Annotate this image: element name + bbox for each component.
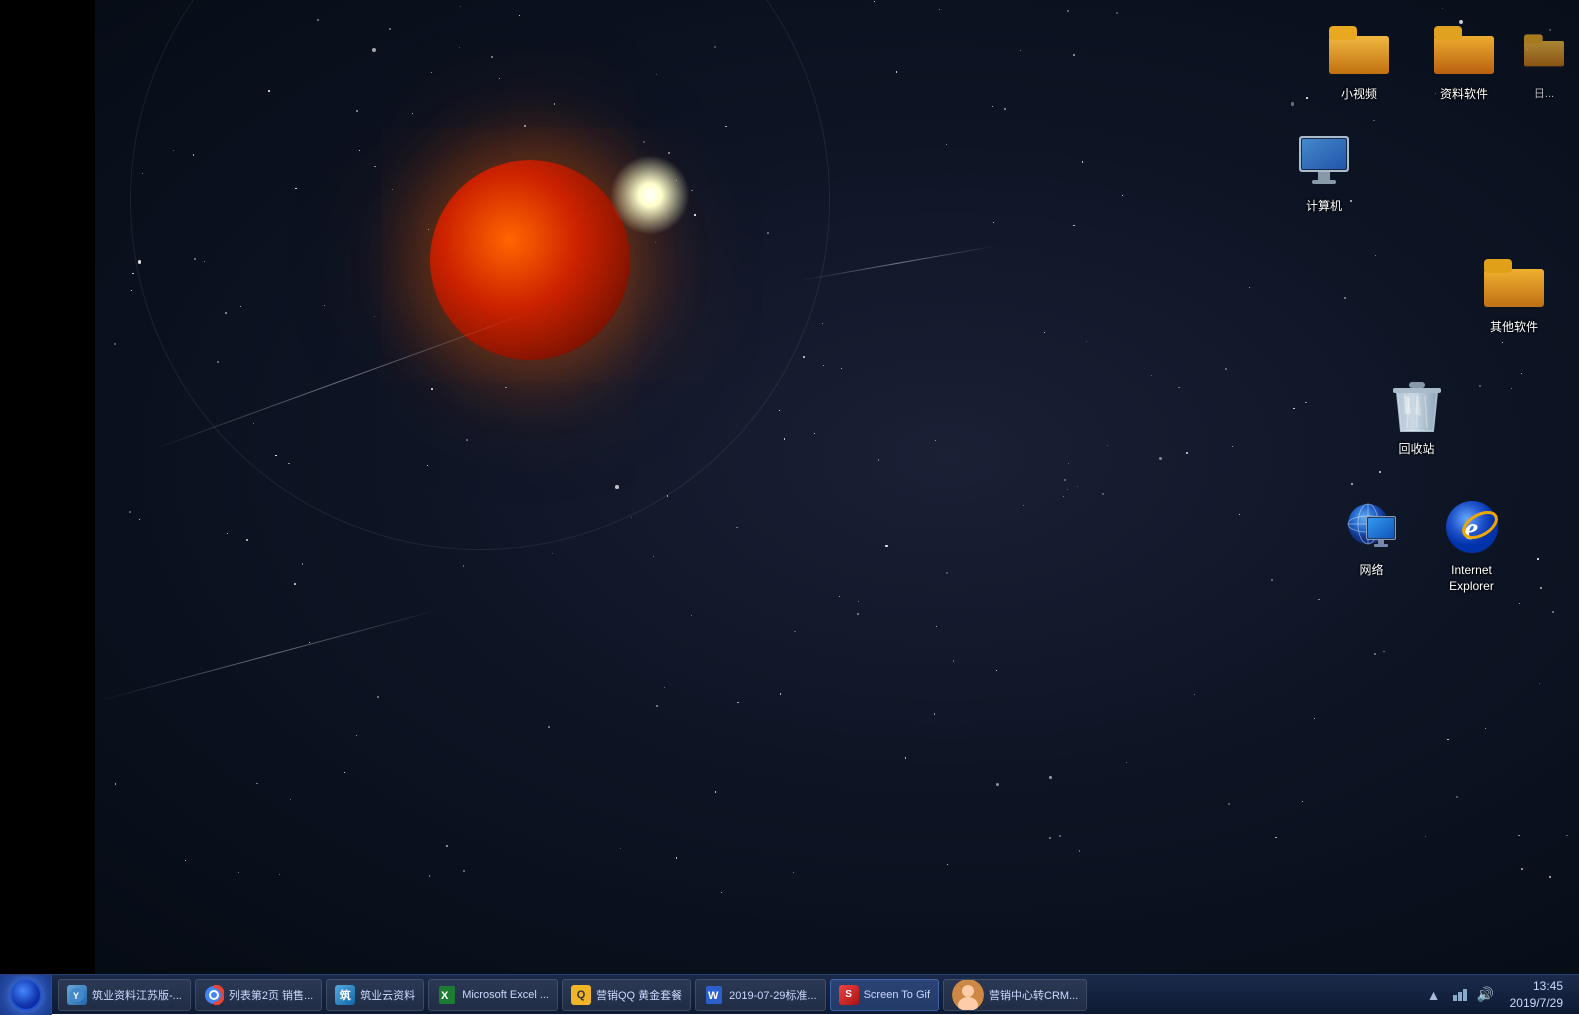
icon-label-ziliao-ruanjian: 资料软件 [1440, 87, 1488, 103]
recycle-row: 回收站 [1279, 370, 1564, 462]
taskbar-icon-qq: Q [571, 985, 591, 1005]
system-clock: 13:45 2019/7/29 [1502, 978, 1571, 1012]
svg-text:Y: Y [73, 991, 79, 1001]
start-orb [10, 979, 42, 1011]
top-icon-row: 小视频 资料软件 [1279, 15, 1564, 107]
taskbar-label-word: 2019-07-29标准... [729, 987, 816, 1003]
taskbar-icon-liebiao [204, 985, 224, 1005]
taskbar-item-excel[interactable]: X Microsoft Excel ... [428, 979, 558, 1011]
clock-date: 2019/7/29 [1510, 995, 1563, 1012]
chrome-icon [204, 985, 224, 1005]
network-ie-row: 网络 e [1279, 491, 1564, 598]
taskbar-item-qq[interactable]: Q 营销QQ 黄金套餐 [562, 979, 691, 1011]
taskbar-item-yunziliao[interactable]: 筑 筑业云资料 [326, 979, 424, 1011]
left-panel [0, 0, 95, 1014]
recycle-icon [1385, 374, 1449, 438]
tray-network-svg [1451, 987, 1469, 1003]
computer-svg [1294, 134, 1354, 192]
taskbar-item-screen-to-gif[interactable]: S Screen To Gif [830, 979, 939, 1011]
folder-svg-qita [1484, 259, 1544, 309]
excel-icon-svg: X [437, 985, 457, 1005]
folder-svg [1329, 26, 1389, 76]
ie-svg: e [1442, 497, 1502, 557]
taskbar: Y 筑业资料江苏版-... 列表第2页 销售... [0, 974, 1579, 1014]
network-svg [1342, 500, 1402, 555]
taskbar-icon-svg-1: Y [69, 987, 85, 1003]
desktop: 小视频 资料软件 [0, 0, 1579, 1014]
desktop-icons-area: 小视频 资料软件 [1279, 0, 1579, 599]
desktop-icon-xiao-shipin[interactable]: 小视频 [1314, 15, 1404, 107]
icon-label-qita-ruanjian: 其他软件 [1490, 320, 1538, 336]
icon-label-recycle: 回收站 [1398, 442, 1434, 458]
folder-svg-2 [1434, 26, 1494, 76]
system-tray: ▲ 🔊 13:45 2019/7/29 [1416, 975, 1579, 1014]
taskbar-icon-yiye-jiangsu: Y [67, 985, 87, 1005]
taskbar-item-word[interactable]: W 2019-07-29标准... [695, 979, 825, 1011]
taskbar-label-crm: 营销中心转CRM... [989, 987, 1078, 1003]
tray-network-icon[interactable] [1450, 985, 1470, 1005]
desktop-icon-network[interactable]: 网络 [1327, 491, 1417, 598]
taskbar-item-liebiao[interactable]: 列表第2页 销售... [195, 979, 322, 1011]
moon [430, 160, 630, 360]
network-icon [1340, 495, 1404, 559]
icon-label-computer: 计算机 [1306, 199, 1342, 215]
taskbar-items: Y 筑业资料江苏版-... 列表第2页 销售... [52, 975, 1416, 1014]
start-button[interactable] [0, 975, 52, 1015]
computer-row: 计算机 [1279, 127, 1564, 219]
taskbar-label-screen-to-gif: Screen To Gif [864, 989, 930, 1001]
svg-text:X: X [441, 990, 449, 1002]
ie-icon: e [1440, 495, 1504, 559]
taskbar-icon-word: W [704, 985, 724, 1005]
tray-icon-1[interactable]: ▲ [1424, 985, 1444, 1005]
recycle-svg [1389, 376, 1445, 436]
taskbar-item-yiye-jiangsu[interactable]: Y 筑业资料江苏版-... [58, 979, 191, 1011]
icon-label-partial: 日... [1534, 87, 1554, 101]
computer-icon [1292, 131, 1356, 195]
icon-label-ie: Internet Explorer [1449, 563, 1494, 594]
taskbar-icon-crm [952, 979, 984, 1011]
desktop-icon-recycle[interactable]: 回收站 [1372, 370, 1462, 462]
folder-icon-partial [1524, 19, 1564, 83]
taskbar-label-excel: Microsoft Excel ... [462, 989, 549, 1001]
desktop-icon-ie[interactable]: e Internet Explorer [1427, 491, 1517, 598]
clock-time: 13:45 [1510, 978, 1563, 995]
word-icon-svg: W [704, 985, 724, 1005]
folder-icon-ziliao-ruanjian [1432, 19, 1496, 83]
taskbar-icon-screen-to-gif: S [839, 985, 859, 1005]
taskbar-label-liebiao: 列表第2页 销售... [229, 987, 313, 1003]
taskbar-icon-yunziliao: 筑 [335, 985, 355, 1005]
taskbar-label-yiye-jiangsu: 筑业资料江苏版-... [92, 987, 182, 1003]
svg-text:W: W [708, 990, 719, 1002]
tray-volume-icon[interactable]: 🔊 [1476, 985, 1496, 1005]
icon-label-network: 网络 [1359, 563, 1383, 579]
desktop-icon-partial-right[interactable]: 日... [1524, 15, 1564, 107]
taskbar-label-yunziliao: 筑业云资料 [360, 987, 415, 1003]
taskbar-item-crm[interactable]: 营销中心转CRM... [943, 979, 1087, 1011]
crm-avatar-svg [952, 979, 984, 1011]
desktop-icon-ziliao-ruanjian[interactable]: 资料软件 [1419, 15, 1509, 107]
taskbar-label-qq: 营销QQ 黄金套餐 [596, 987, 682, 1003]
icon-label-xiao-shipin: 小视频 [1341, 87, 1377, 103]
folder-icon-xiao-shipin [1327, 19, 1391, 83]
desktop-icon-qita-ruanjian[interactable]: 其他软件 [1469, 248, 1559, 340]
folder-icon-qita-ruanjian [1482, 252, 1546, 316]
folder-svg-partial [1524, 26, 1564, 76]
lens-flare [610, 155, 690, 235]
desktop-icon-computer[interactable]: 计算机 [1279, 127, 1369, 219]
other-software-row: 其他软件 [1279, 248, 1564, 340]
taskbar-icon-excel: X [437, 985, 457, 1005]
